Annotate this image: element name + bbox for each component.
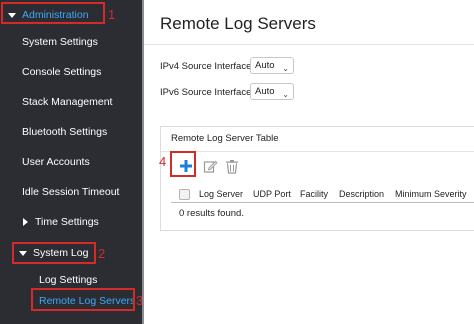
main-content: Remote Log Servers IPv4 Source Interface… — [144, 0, 474, 324]
sidebar-item-time-settings[interactable]: Time Settings — [0, 207, 142, 237]
page-title: Remote Log Servers — [160, 14, 316, 33]
sidebar-item-stack-management[interactable]: Stack Management — [0, 87, 142, 117]
remote-log-server-table-card: Remote Log Server Table Log Server UDP P… — [160, 126, 474, 231]
annotation-number-4: 4 — [159, 154, 167, 169]
column-header-udp-port[interactable]: UDP Port — [253, 189, 291, 199]
sidebar: Administration System Settings Console S… — [0, 0, 142, 324]
trash-icon — [226, 159, 238, 174]
select-all-checkbox[interactable] — [179, 189, 190, 200]
edit-button[interactable] — [200, 156, 220, 176]
annotation-number-2: 2 — [98, 246, 106, 261]
title-divider — [144, 44, 474, 45]
sidebar-item-bluetooth-settings[interactable]: Bluetooth Settings — [0, 117, 142, 147]
sidebar-item-label: Bluetooth Settings — [22, 126, 108, 138]
sidebar-item-console-settings[interactable]: Console Settings — [0, 57, 142, 87]
sidebar-item-label: System Log — [33, 247, 89, 259]
chevron-down-icon — [8, 13, 16, 18]
sidebar-item-label: Stack Management — [22, 96, 113, 108]
plus-icon — [180, 160, 192, 172]
sidebar-item-idle-session-timeout[interactable]: Idle Session Timeout — [0, 177, 142, 207]
column-header-minimum-severity[interactable]: Minimum Severity — [395, 189, 467, 199]
sidebar-item-administration[interactable]: Administration — [0, 0, 142, 30]
delete-button[interactable] — [222, 156, 242, 176]
column-header-facility[interactable]: Facility — [300, 189, 328, 199]
sidebar-item-label: Time Settings — [35, 216, 99, 228]
ipv4-source-interface-select[interactable]: Auto ⌄ — [250, 57, 294, 74]
add-button[interactable] — [176, 156, 196, 176]
sidebar-item-system-settings[interactable]: System Settings — [0, 27, 142, 57]
sidebar-item-label: Idle Session Timeout — [22, 186, 120, 198]
sidebar-item-label: Remote Log Servers — [39, 295, 136, 307]
select-value: Auto — [255, 86, 275, 97]
chevron-down-icon: ⌄ — [282, 64, 289, 73]
chevron-down-icon: ⌄ — [282, 90, 289, 99]
column-header-description[interactable]: Description — [339, 189, 384, 199]
chevron-down-icon — [19, 251, 27, 256]
sidebar-item-remote-log-servers[interactable]: Remote Log Servers — [0, 286, 142, 316]
sidebar-item-label: User Accounts — [22, 156, 90, 168]
table-header-divider — [171, 202, 474, 203]
table-title: Remote Log Server Table — [171, 133, 279, 144]
ipv6-source-interface-select[interactable]: Auto ⌄ — [250, 83, 294, 100]
edit-icon — [203, 160, 218, 173]
sidebar-item-system-log[interactable]: System Log — [0, 238, 142, 268]
annotation-number-1: 1 — [108, 7, 116, 22]
ipv4-source-interface-label: IPv4 Source Interface: — [160, 61, 254, 72]
card-divider — [161, 151, 474, 152]
empty-results-text: 0 results found. — [179, 208, 244, 219]
sidebar-item-label: System Settings — [22, 36, 98, 48]
chevron-right-icon — [23, 218, 28, 226]
sidebar-item-user-accounts[interactable]: User Accounts — [0, 147, 142, 177]
select-value: Auto — [255, 60, 275, 71]
ipv6-source-interface-label: IPv6 Source Interface: — [160, 87, 254, 98]
sidebar-item-label: Administration — [22, 9, 89, 21]
sidebar-item-label: Console Settings — [22, 66, 102, 78]
column-header-log-server[interactable]: Log Server — [199, 189, 243, 199]
